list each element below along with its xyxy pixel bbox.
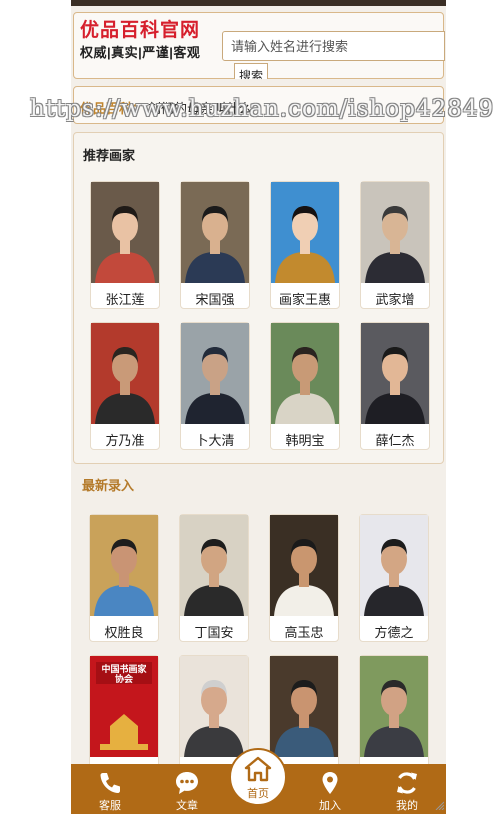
artist-name: 方德之 <box>374 625 414 640</box>
latest-section: 最新录入 权胜良 丁国安 高玉忠 方德之中国书画家协会 <box>73 466 444 783</box>
poster-text: 中国书画家协会 <box>101 664 147 684</box>
artist-photo <box>361 182 429 283</box>
nav-label: 我的 <box>396 800 418 812</box>
artist-card[interactable]: 画家王惠 <box>270 181 340 309</box>
section-title-latest: 最新录入 <box>82 478 135 493</box>
artist-card[interactable]: 方德之 <box>359 514 429 642</box>
artist-photo <box>271 323 339 424</box>
artist-card[interactable]: 张江莲 <box>90 181 160 309</box>
artist-photo <box>90 515 158 616</box>
artist-name: 方乃准 <box>105 433 145 448</box>
artist-photo <box>180 656 248 757</box>
nav-label: 客服 <box>99 800 121 812</box>
artist-name: 韩明宝 <box>285 433 325 448</box>
phone-icon <box>100 773 120 793</box>
logo-subtitle: 权威|真实|严谨|客观 <box>80 45 201 60</box>
nav-item-join[interactable]: 加入 <box>295 764 365 814</box>
nav-item-service[interactable]: 客服 <box>75 764 145 814</box>
page: 优品百科官网 权威|真实|严谨|客观 搜索 优品百科： 刘彻的母亲叫什么 推荐画… <box>71 0 446 832</box>
artist-photo <box>360 656 428 757</box>
section-title-recommended: 推荐画家 <box>83 148 136 163</box>
refresh-icon <box>397 772 417 794</box>
watermark: https://www.huzhan.com/ishop42849 <box>30 96 495 122</box>
artist-photo <box>91 323 159 424</box>
artist-photo <box>181 182 249 283</box>
artist-card[interactable]: 方乃准 <box>90 322 160 450</box>
resize-handle-icon <box>435 801 444 810</box>
search-input[interactable] <box>222 31 445 61</box>
home-icon <box>244 756 272 782</box>
artist-photo <box>270 656 338 757</box>
artist-photo <box>181 323 249 424</box>
artist-card[interactable]: 薛仁杰 <box>360 322 430 450</box>
search-button[interactable]: 搜索 <box>234 63 268 79</box>
bottom-strip <box>71 814 446 832</box>
artist-name: 宋国强 <box>195 292 235 307</box>
location-pin-icon <box>322 772 338 794</box>
artist-name: 薛仁杰 <box>375 433 415 448</box>
nav-label: 加入 <box>319 800 341 812</box>
artist-photo <box>270 515 338 616</box>
artist-card[interactable]: 武家增 <box>360 181 430 309</box>
artist-photo <box>361 323 429 424</box>
artist-name: 丁国安 <box>194 625 234 640</box>
site-logo[interactable]: 优品百科官网 权威|真实|严谨|客观 <box>80 19 220 73</box>
artist-card[interactable]: 韩明宝 <box>270 322 340 450</box>
nav-label: 首页 <box>247 788 269 800</box>
artist-card[interactable]: 卜大清 <box>180 322 250 450</box>
header: 优品百科官网 权威|真实|严谨|客观 搜索 <box>73 12 445 79</box>
nav-item-articles[interactable]: 文章 <box>152 764 222 814</box>
artist-card[interactable]: 宋国强 <box>180 181 250 309</box>
artist-name: 卜大清 <box>195 433 235 448</box>
artist-photo <box>91 182 159 283</box>
artist-photo <box>271 182 339 283</box>
artist-name: 武家增 <box>375 292 415 307</box>
artist-card[interactable]: 权胜良 <box>89 514 159 642</box>
nav-item-home[interactable]: 首页 <box>229 748 287 806</box>
artist-card[interactable]: 高玉忠 <box>269 514 339 642</box>
artist-name: 画家王惠 <box>278 292 331 307</box>
logo-title: 优品百科官网 <box>80 20 201 41</box>
artist-name: 张江莲 <box>105 292 145 307</box>
artist-photo: 中国书画家协会 <box>90 656 158 757</box>
artist-name: 高玉忠 <box>284 625 324 640</box>
artist-name: 权胜良 <box>104 625 144 640</box>
artist-photo <box>180 515 248 616</box>
artist-card[interactable]: 丁国安 <box>179 514 249 642</box>
top-bar <box>71 0 446 6</box>
nav-label: 文章 <box>176 800 198 812</box>
chat-bubble-icon <box>176 772 198 794</box>
recommended-section: 推荐画家 张江莲 宋国强 画家王惠 武家增方乃准 卜大清 韩明宝 薛仁杰 <box>73 132 444 464</box>
artist-photo <box>360 515 428 616</box>
nav-item-mine[interactable]: 我的 <box>372 764 442 814</box>
